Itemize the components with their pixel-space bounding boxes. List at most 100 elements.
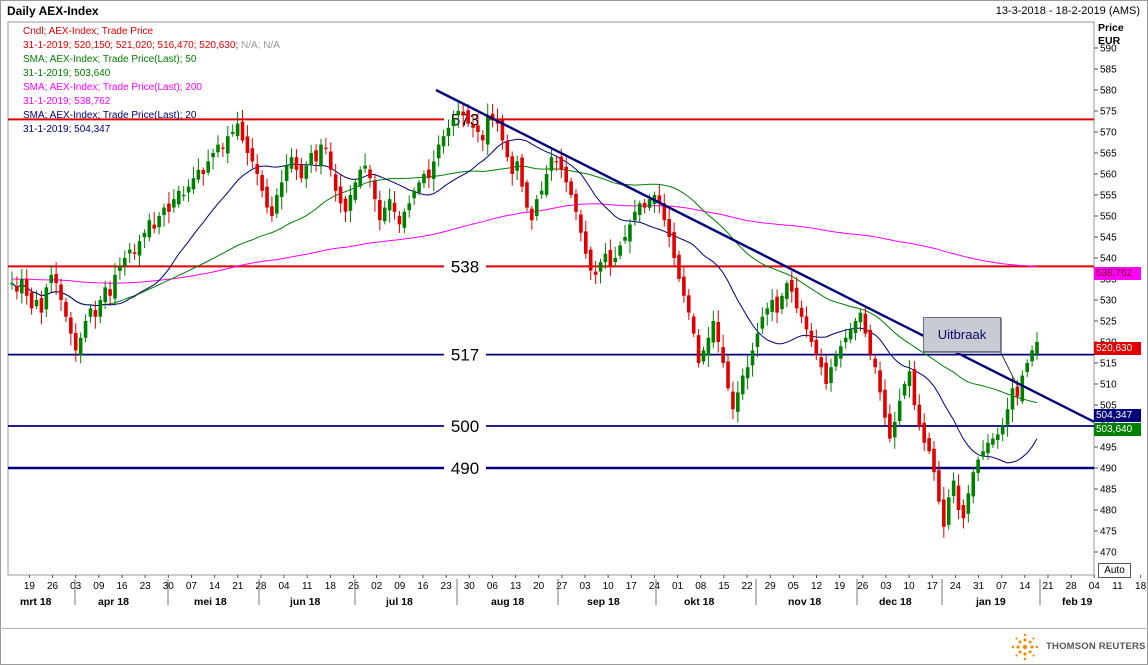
- candle-body: [588, 249, 593, 271]
- candle-body: [422, 174, 426, 184]
- candle-body: [706, 337, 711, 356]
- candle-body: [731, 391, 735, 410]
- x-month-label: jan 19: [975, 596, 1006, 608]
- x-tick-label: 16: [417, 581, 429, 592]
- candle-body: [172, 199, 176, 208]
- candle-body: [995, 434, 1000, 440]
- candle-body: [839, 346, 843, 359]
- candle-body: [162, 207, 166, 216]
- candle-body: [628, 224, 632, 242]
- candle-body: [794, 287, 799, 309]
- candle-body: [275, 195, 279, 214]
- x-tick-label: 21: [1042, 581, 1054, 592]
- candle-body: [378, 200, 382, 221]
- x-month-label: mrt 18: [20, 596, 52, 608]
- candle-body: [1005, 409, 1010, 425]
- candle-body: [284, 165, 289, 182]
- candle-body: [956, 485, 961, 510]
- candle-body: [29, 292, 34, 309]
- level-label-538: 538: [451, 257, 479, 276]
- candle-body: [118, 266, 122, 271]
- legend: Cndl; AEX-Index; Trade Price 31-1-2019; …: [23, 25, 280, 137]
- y-tick-label: 470: [1100, 548, 1117, 559]
- y-tick-label: 490: [1100, 464, 1117, 475]
- candle-body: [24, 278, 29, 296]
- candle-body: [961, 504, 966, 519]
- candle-body: [888, 413, 892, 439]
- candle-body: [927, 438, 931, 452]
- candle-body: [593, 271, 598, 275]
- candle-body: [789, 279, 794, 292]
- auto-scale-button[interactable]: Auto: [1098, 563, 1131, 578]
- candle-body: [476, 125, 480, 132]
- candle-body: [579, 214, 583, 233]
- candle-body: [181, 195, 186, 197]
- x-tick-label: 24: [649, 581, 661, 592]
- x-month-label: mei 18: [194, 596, 227, 608]
- y-tick-label: 560: [1100, 170, 1117, 181]
- candle-body: [436, 144, 441, 159]
- candle-body: [167, 203, 171, 212]
- x-tick-label: 23: [140, 581, 152, 592]
- candle-body: [127, 249, 132, 254]
- candle-body: [368, 169, 372, 179]
- candle-body: [701, 350, 706, 362]
- y-tick-label: 565: [1100, 149, 1117, 160]
- candle-body: [873, 358, 877, 368]
- candle-body: [431, 161, 436, 179]
- candle-body: [829, 367, 833, 383]
- candle-body: [309, 153, 313, 166]
- level-label-490: 490: [451, 459, 479, 478]
- candle-body: [633, 211, 637, 221]
- candle-body: [353, 182, 358, 200]
- x-tick-label: 31: [973, 581, 985, 592]
- candle-body: [740, 375, 745, 395]
- candle-body: [176, 190, 181, 205]
- candle-body: [1030, 350, 1034, 362]
- candle-body: [83, 321, 88, 338]
- y-tick-label: 540: [1100, 254, 1117, 265]
- candle-body: [819, 357, 824, 368]
- candle-body: [451, 119, 456, 127]
- candle-body: [515, 161, 519, 171]
- candle-body: [755, 333, 760, 348]
- candle-body: [642, 202, 647, 208]
- y-tick-label: 550: [1100, 212, 1117, 223]
- level-label-500: 500: [451, 417, 479, 436]
- candle-body: [481, 135, 485, 141]
- candle-body: [348, 195, 353, 211]
- candle-body: [770, 300, 774, 312]
- candle-body: [539, 190, 544, 195]
- y-tick-label: 545: [1100, 233, 1117, 244]
- candle-body: [696, 335, 701, 363]
- candle-body: [682, 276, 686, 296]
- x-tick-label: 29: [765, 581, 777, 592]
- candle-body: [137, 241, 142, 256]
- x-tick-label: 18: [325, 581, 337, 592]
- candle-body: [785, 283, 789, 299]
- candle-body: [814, 339, 819, 355]
- candle-body: [608, 249, 613, 267]
- candle-body: [64, 301, 68, 317]
- x-tick-label: 13: [510, 581, 522, 592]
- candle-body: [677, 254, 681, 279]
- candle-body: [39, 298, 44, 313]
- candle-body: [559, 156, 564, 170]
- x-tick-label: 07: [996, 581, 1008, 592]
- candle-body: [917, 404, 922, 426]
- candle-body: [343, 198, 348, 212]
- x-tick-label: 14: [1019, 581, 1031, 592]
- legend-candle-title: Cndl; AEX-Index; Trade Price: [23, 26, 154, 37]
- chart-title: Daily AEX-Index: [7, 4, 99, 18]
- x-tick-label: 30: [464, 581, 476, 592]
- candle-body: [427, 169, 431, 179]
- candle-body: [152, 224, 157, 229]
- candle-body: [471, 125, 475, 128]
- x-tick-label: 25: [348, 581, 360, 592]
- candle-body: [363, 165, 367, 169]
- legend-sma200-value: 31-1-2019; 538,762: [23, 96, 111, 107]
- candle-body: [412, 190, 416, 199]
- candle-body: [54, 273, 58, 284]
- candle-body: [584, 231, 588, 254]
- candle-body: [73, 332, 78, 351]
